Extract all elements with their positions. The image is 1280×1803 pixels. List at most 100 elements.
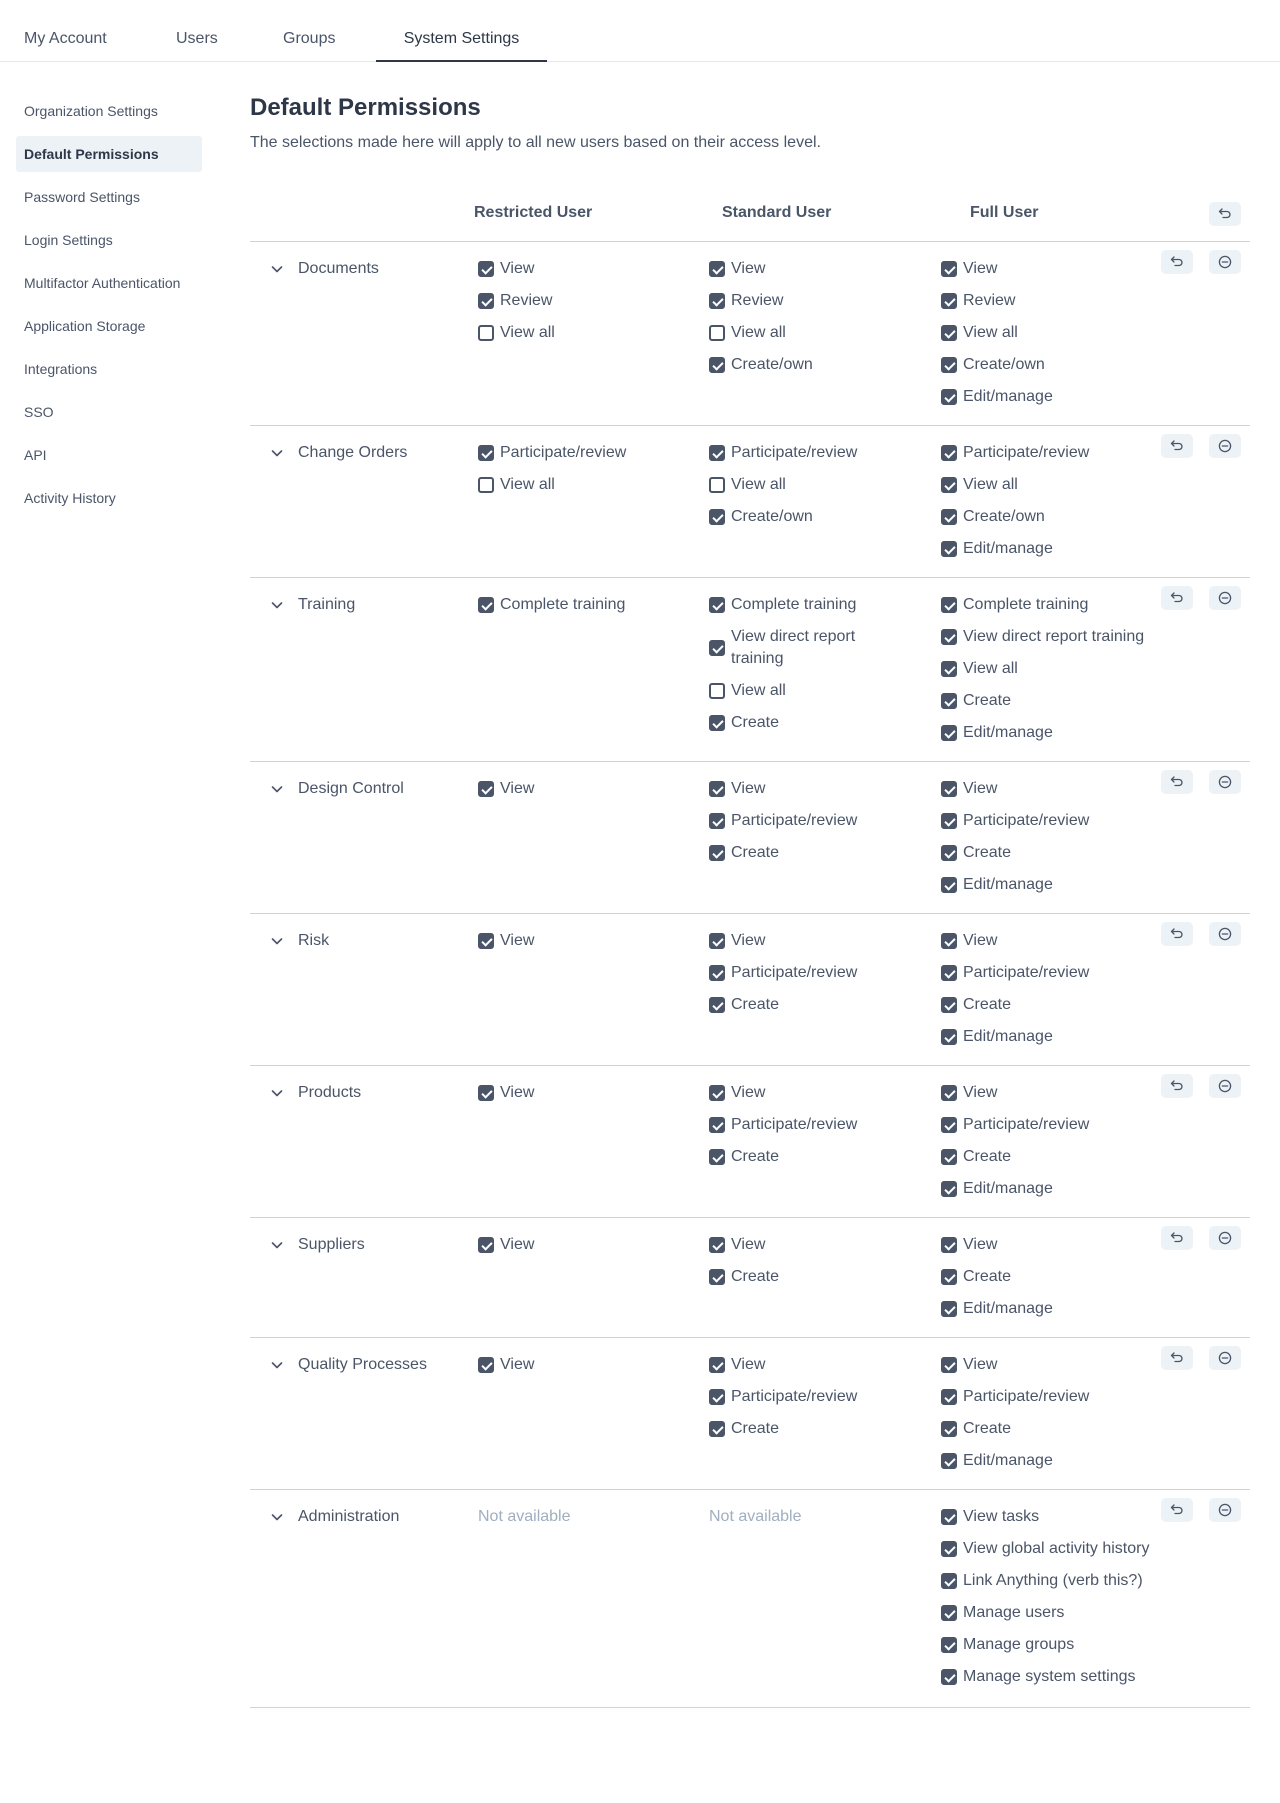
- chevron-down-icon[interactable]: [270, 782, 284, 796]
- checkbox[interactable]: [941, 357, 957, 373]
- permission-checkbox-row[interactable]: Create: [709, 842, 929, 864]
- permission-checkbox-row[interactable]: Manage groups: [941, 1634, 1181, 1656]
- reset-section-button[interactable]: [1161, 1498, 1193, 1522]
- checkbox[interactable]: [941, 261, 957, 277]
- checkbox[interactable]: [478, 293, 494, 309]
- checkbox[interactable]: [709, 965, 725, 981]
- permission-checkbox-row[interactable]: Participate/review: [478, 442, 698, 464]
- checkbox[interactable]: [478, 933, 494, 949]
- checkbox[interactable]: [941, 725, 957, 741]
- checkbox[interactable]: [941, 1149, 957, 1165]
- permission-checkbox-row[interactable]: View all: [941, 474, 1181, 496]
- checkbox[interactable]: [709, 261, 725, 277]
- checkbox[interactable]: [941, 1357, 957, 1373]
- permission-checkbox-row[interactable]: View: [478, 778, 698, 800]
- checkbox[interactable]: [941, 877, 957, 893]
- permission-checkbox-row[interactable]: Create: [709, 1266, 929, 1288]
- sidebar-item-sso[interactable]: SSO: [16, 394, 202, 430]
- permission-checkbox-row[interactable]: Review: [478, 290, 698, 312]
- checkbox[interactable]: [478, 325, 494, 341]
- checkbox[interactable]: [709, 1389, 725, 1405]
- checkbox[interactable]: [941, 1389, 957, 1405]
- permission-checkbox-row[interactable]: Create: [709, 994, 929, 1016]
- permission-checkbox-row[interactable]: View all: [941, 658, 1181, 680]
- permission-checkbox-row[interactable]: View global activity history: [941, 1538, 1181, 1560]
- reset-section-button[interactable]: [1161, 434, 1193, 458]
- checkbox[interactable]: [478, 261, 494, 277]
- permission-checkbox-row[interactable]: Complete training: [941, 594, 1181, 616]
- permission-checkbox-row[interactable]: View: [478, 1234, 698, 1256]
- permission-checkbox-row[interactable]: View: [478, 258, 698, 280]
- checkbox[interactable]: [941, 933, 957, 949]
- permission-checkbox-row[interactable]: Edit/manage: [941, 538, 1181, 560]
- permission-checkbox-row[interactable]: Participate/review: [709, 810, 929, 832]
- section-header[interactable]: Quality Processes: [270, 1354, 427, 1376]
- permission-checkbox-row[interactable]: Participate/review: [941, 442, 1181, 464]
- checkbox[interactable]: [941, 1605, 957, 1621]
- sidebar-item-application-storage[interactable]: Application Storage: [16, 308, 202, 344]
- permission-checkbox-row[interactable]: Participate/review: [709, 1114, 929, 1136]
- reset-section-button[interactable]: [1161, 1226, 1193, 1250]
- checkbox[interactable]: [709, 1421, 725, 1437]
- permission-checkbox-row[interactable]: Complete training: [709, 594, 929, 616]
- checkbox[interactable]: [709, 715, 725, 731]
- checkbox[interactable]: [709, 325, 725, 341]
- section-header[interactable]: Administration: [270, 1506, 399, 1528]
- permission-checkbox-row[interactable]: View all: [478, 322, 698, 344]
- section-header[interactable]: Change Orders: [270, 442, 407, 464]
- checkbox[interactable]: [709, 445, 725, 461]
- checkbox[interactable]: [478, 1357, 494, 1373]
- permission-checkbox-row[interactable]: Participate/review: [709, 442, 929, 464]
- permission-checkbox-row[interactable]: Complete training: [478, 594, 698, 616]
- section-header[interactable]: Design Control: [270, 778, 404, 800]
- permission-checkbox-row[interactable]: Participate/review: [941, 810, 1181, 832]
- permission-checkbox-row[interactable]: View direct report training: [709, 626, 929, 670]
- permission-checkbox-row[interactable]: Participate/review: [941, 962, 1181, 984]
- checkbox[interactable]: [709, 597, 725, 613]
- checkbox[interactable]: [709, 781, 725, 797]
- tab-users[interactable]: Users: [176, 0, 218, 62]
- chevron-down-icon[interactable]: [270, 1086, 284, 1100]
- permission-checkbox-row[interactable]: View: [478, 930, 698, 952]
- permission-checkbox-row[interactable]: View: [709, 1082, 929, 1104]
- section-header[interactable]: Training: [270, 594, 355, 616]
- permission-checkbox-row[interactable]: Create: [941, 1146, 1181, 1168]
- tab-groups[interactable]: Groups: [283, 0, 335, 62]
- permission-checkbox-row[interactable]: Link Anything (verb this?): [941, 1570, 1181, 1592]
- chevron-down-icon[interactable]: [270, 1238, 284, 1252]
- permission-checkbox-row[interactable]: View: [709, 1354, 929, 1376]
- remove-section-button[interactable]: [1209, 1226, 1241, 1250]
- reset-section-button[interactable]: [1161, 770, 1193, 794]
- checkbox[interactable]: [941, 1181, 957, 1197]
- permission-checkbox-row[interactable]: Edit/manage: [941, 1026, 1181, 1048]
- permission-checkbox-row[interactable]: View: [709, 258, 929, 280]
- checkbox[interactable]: [478, 781, 494, 797]
- remove-section-button[interactable]: [1209, 434, 1241, 458]
- chevron-down-icon[interactable]: [270, 446, 284, 460]
- permission-checkbox-row[interactable]: Review: [709, 290, 929, 312]
- permission-checkbox-row[interactable]: Participate/review: [941, 1386, 1181, 1408]
- checkbox[interactable]: [941, 1637, 957, 1653]
- checkbox[interactable]: [478, 445, 494, 461]
- checkbox[interactable]: [941, 325, 957, 341]
- checkbox[interactable]: [709, 933, 725, 949]
- checkbox[interactable]: [709, 509, 725, 525]
- sidebar-item-organization-settings[interactable]: Organization Settings: [16, 93, 202, 129]
- checkbox[interactable]: [709, 845, 725, 861]
- section-header[interactable]: Documents: [270, 258, 379, 280]
- checkbox[interactable]: [941, 1509, 957, 1525]
- checkbox[interactable]: [709, 1085, 725, 1101]
- checkbox[interactable]: [941, 661, 957, 677]
- checkbox[interactable]: [941, 1573, 957, 1589]
- checkbox[interactable]: [941, 1117, 957, 1133]
- checkbox[interactable]: [941, 1029, 957, 1045]
- checkbox[interactable]: [709, 1237, 725, 1253]
- permission-checkbox-row[interactable]: Edit/manage: [941, 1178, 1181, 1200]
- checkbox[interactable]: [709, 293, 725, 309]
- checkbox[interactable]: [941, 1237, 957, 1253]
- sidebar-item-integrations[interactable]: Integrations: [16, 351, 202, 387]
- section-header[interactable]: Risk: [270, 930, 329, 952]
- permission-checkbox-row[interactable]: View: [941, 1234, 1181, 1256]
- tab-system-settings[interactable]: System Settings: [376, 0, 547, 62]
- permission-checkbox-row[interactable]: View: [941, 1082, 1181, 1104]
